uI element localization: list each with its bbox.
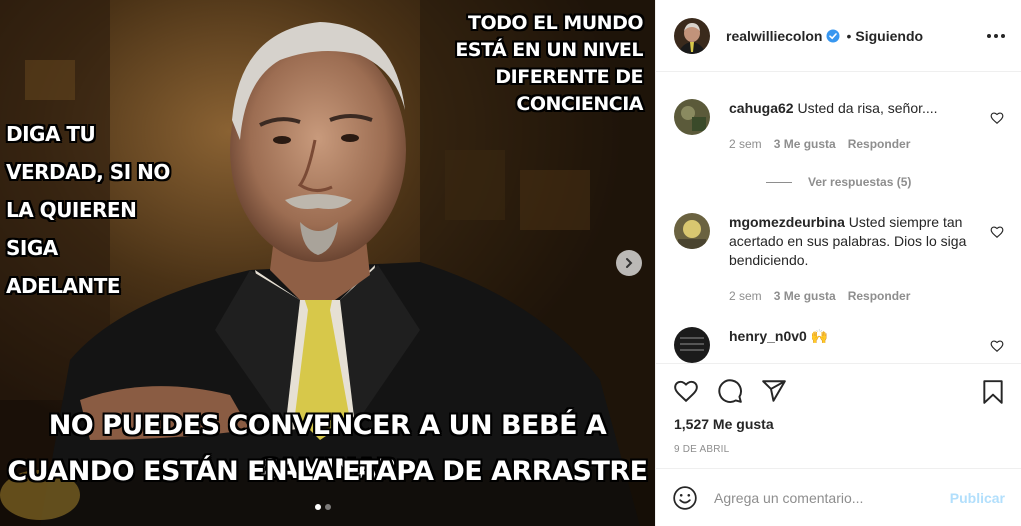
post-side-panel: realwilliecolon • Siguiendo cahuga62 Ust…	[655, 0, 1021, 526]
comment-body: henry_n0v0 🙌	[729, 327, 974, 346]
comment-reply-button[interactable]: Responder	[848, 137, 911, 151]
comment-text: Usted da risa, señor....	[797, 100, 938, 116]
comment-body: mgomezdeurbina Usted siempre tan acertad…	[729, 213, 974, 270]
comment-input[interactable]	[714, 489, 950, 506]
author-username[interactable]: realwilliecolon	[726, 28, 822, 44]
carousel-dot-2	[325, 504, 331, 510]
comment-likes[interactable]: 3 Me gusta	[774, 137, 836, 151]
view-replies-label: Ver respuestas (5)	[808, 175, 912, 189]
comment-heart-icon[interactable]	[990, 225, 1004, 239]
comment-avatar[interactable]	[674, 99, 710, 135]
comment-heart-icon[interactable]	[990, 339, 1004, 353]
meme-text-bottom-line2: CUANDO ESTÁN EN LA ETAPA DE ARRASTRE	[7, 456, 648, 487]
view-replies-button[interactable]: Ver respuestas (5)	[766, 175, 911, 189]
author-avatar[interactable]	[674, 17, 710, 54]
carousel-indicator	[315, 504, 331, 510]
bookmark-icon[interactable]	[980, 378, 1006, 406]
action-bar	[672, 378, 1006, 406]
comment-avatar[interactable]	[674, 327, 710, 363]
comment-heart-icon[interactable]	[990, 111, 1004, 125]
comment-username[interactable]: henry_n0v0	[729, 328, 807, 344]
carousel-dot-1	[315, 504, 321, 510]
comment-username[interactable]: cahuga62	[729, 100, 794, 116]
following-button[interactable]: Siguiendo	[855, 28, 923, 44]
comment-text: 🙌	[810, 328, 829, 344]
comment-body: cahuga62 Usted da risa, señor....	[729, 99, 974, 118]
chevron-right-icon	[626, 258, 633, 268]
comment-avatar[interactable]	[674, 213, 710, 249]
instagram-post: TODO EL MUNDO ESTÁ EN UN NIVEL DIFERENTE…	[0, 0, 1021, 526]
meme-text-top-right: TODO EL MUNDO ESTÁ EN UN NIVEL DIFERENTE…	[455, 12, 643, 115]
header-separator: •	[846, 27, 852, 44]
post-date[interactable]: 9 DE ABRIL	[674, 444, 729, 455]
comment-time[interactable]: 2 sem	[729, 137, 762, 151]
add-comment-bar: Publicar	[656, 468, 1021, 526]
meme-text-left: DIGA TU VERDAD, SI NO LA QUIEREN SIGA AD…	[6, 122, 170, 298]
comment-time[interactable]: 2 sem	[729, 289, 762, 303]
comment-likes[interactable]: 3 Me gusta	[774, 289, 836, 303]
comment-reply-button[interactable]: Responder	[848, 289, 911, 303]
comment-meta: 2 sem 3 Me gusta Responder	[729, 137, 910, 151]
post-image[interactable]: TODO EL MUNDO ESTÁ EN UN NIVEL DIFERENTE…	[0, 0, 655, 526]
comment-username[interactable]: mgomezdeurbina	[729, 214, 845, 230]
publish-button[interactable]: Publicar	[950, 490, 1005, 506]
more-options-icon[interactable]	[987, 28, 1005, 44]
share-icon[interactable]	[760, 378, 788, 404]
post-header: realwilliecolon • Siguiendo	[656, 0, 1021, 72]
comment-meta: 2 sem 3 Me gusta Responder	[729, 289, 910, 303]
post-actions: 1,527 Me gusta 9 DE ABRIL	[656, 363, 1021, 473]
carousel-next-button[interactable]	[616, 250, 642, 276]
emoji-icon[interactable]	[672, 485, 698, 511]
likes-count[interactable]: 1,527 Me gusta	[674, 416, 774, 432]
verified-badge-icon	[826, 29, 840, 43]
comment-icon[interactable]	[716, 378, 744, 404]
heart-icon[interactable]	[672, 378, 700, 404]
comments-list: cahuga62 Usted da risa, señor.... 2 sem …	[656, 73, 1021, 363]
